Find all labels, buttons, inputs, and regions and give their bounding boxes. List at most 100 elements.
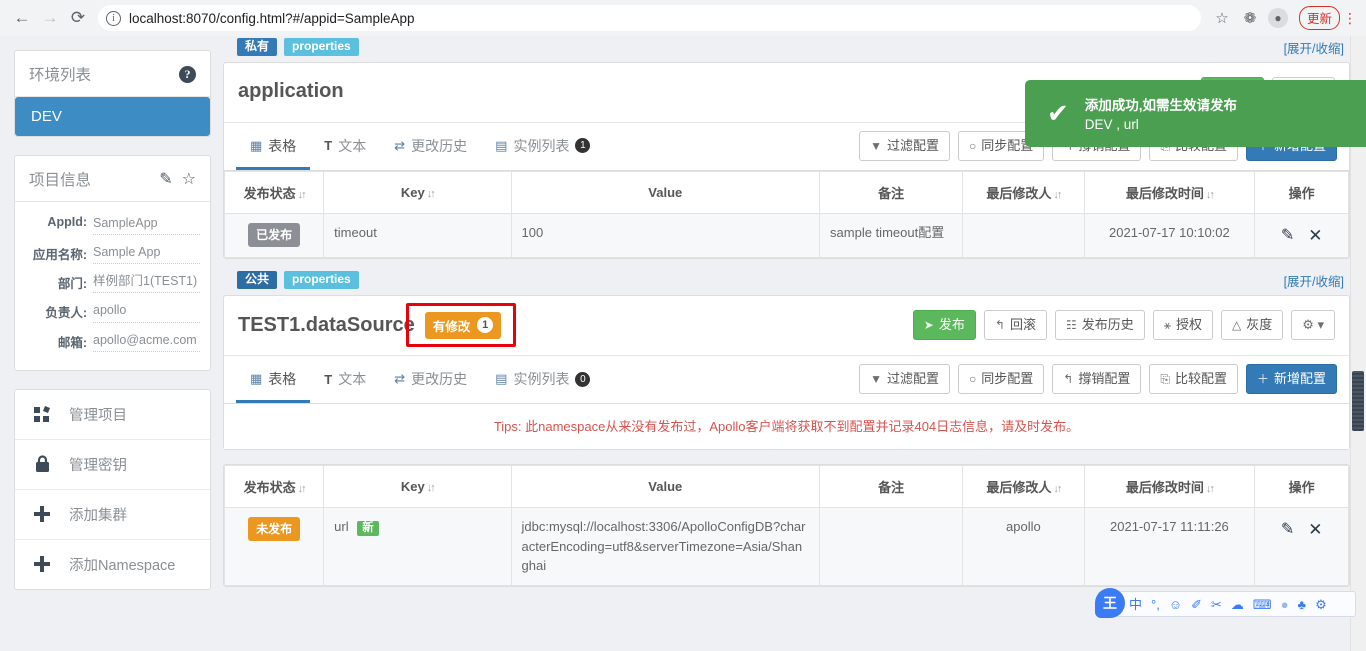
namespace-meta: 私有 properties [展开/收缩]: [223, 36, 1350, 62]
revoke-config-button[interactable]: ↰ 撐销配置: [1052, 364, 1142, 394]
cell-publish-status: 已发布: [223, 212, 325, 259]
ime-settings-icon[interactable]: ⚙: [1315, 598, 1327, 611]
table-icon: ▦: [250, 137, 263, 153]
ime-user-icon[interactable]: ●: [1281, 598, 1289, 611]
compare-icon: ⎘: [1160, 371, 1170, 386]
sort-icon[interactable]: ↓↑: [427, 482, 436, 494]
modified-badge: 有修改 1: [424, 311, 502, 339]
col-last-modified-by: 最后修改人 ↓↑: [962, 170, 1085, 214]
publish-button[interactable]: ➤ 发布: [912, 310, 976, 341]
tab-text[interactable]: T 文本: [310, 356, 380, 403]
tab-table[interactable]: ▦ 表格: [236, 356, 311, 404]
reload-icon[interactable]: ⟳: [64, 4, 92, 32]
namespace-scope-tag: 私有: [237, 38, 278, 57]
namespace-meta: 公共 properties [展开/收缩]: [223, 259, 1350, 295]
cell-last-modified-time: 2021-07-17 10:10:02: [1083, 212, 1256, 259]
delete-config-icon[interactable]: ✕: [1308, 517, 1322, 543]
col-publish-status: 发布状态 ↓↑: [223, 170, 325, 214]
rollback-button[interactable]: ↰ 回滚: [983, 310, 1047, 341]
sync-config-button[interactable]: ○ 同步配置: [958, 364, 1045, 394]
authorize-button[interactable]: ⚹ 授权: [1152, 310, 1213, 341]
tab-instance-list[interactable]: ▤ 实例列表 0: [481, 356, 604, 403]
expand-collapse-link[interactable]: [展开/收缩]: [1284, 271, 1344, 290]
extensions-icon[interactable]: ❁: [1237, 5, 1263, 31]
tab-change-history[interactable]: ⇄ 更改历史: [380, 356, 481, 403]
tab-label: 实例列表: [513, 371, 570, 388]
browser-menu-icon[interactable]: ⋮: [1342, 11, 1358, 25]
ime-mode-chinese-icon[interactable]: 中: [1129, 598, 1142, 611]
status-badge: 已发布: [248, 222, 301, 247]
instance-count-badge: 0: [575, 371, 591, 387]
sidebar-item-add-cluster[interactable]: 添加集群: [15, 490, 210, 540]
tab-text[interactable]: T 文本: [310, 123, 380, 170]
sync-icon: ○: [969, 138, 977, 153]
cell-value: jdbc:mysql://localhost:3306/ApolloConfig…: [510, 507, 821, 586]
sort-icon[interactable]: ↓↑: [298, 189, 307, 201]
ime-keyboard-icon[interactable]: ⌨: [1253, 598, 1272, 611]
ime-emoji-icon[interactable]: ☺: [1169, 598, 1182, 611]
back-icon[interactable]: ←: [8, 4, 36, 32]
config-table-test1-datasource: 发布状态 ↓↑ Key ↓↑ Value 备注 最后修改人 ↓↑ 最后修改时间 ↓↑ 操…: [223, 465, 1349, 586]
namespace-format-tag: properties: [284, 271, 359, 290]
table-header-row: 发布状态 ↓↑ Key ↓↑ Value 备注 最后修改人 ↓↑ 最后修改时间 ↓↑ 操…: [223, 170, 1349, 214]
page-scrollbar-thumb[interactable]: [1352, 371, 1364, 431]
ime-scissors-icon[interactable]: ✂: [1211, 598, 1222, 611]
success-toast[interactable]: ✔ 添加成功,如需生效请发布 DEV , url: [1025, 80, 1366, 147]
gray-release-button[interactable]: △ 灰度: [1220, 310, 1284, 341]
sync-config-label: 同步配置: [981, 371, 1034, 387]
expand-collapse-link[interactable]: [展开/收缩]: [1284, 38, 1344, 57]
sidebar: 环境列表 ? DEV 项目信息 ✎ ☆ AppId: SampleApp 应用名…: [0, 36, 223, 651]
tab-change-history[interactable]: ⇄ 更改历史: [380, 123, 481, 170]
help-icon[interactable]: ?: [179, 65, 196, 83]
sidebar-item-dev[interactable]: DEV: [15, 97, 210, 136]
ime-logo-icon[interactable]: 王: [1095, 588, 1125, 618]
publish-history-button[interactable]: ☷ 发布历史: [1054, 310, 1145, 341]
table-row: 未发布 url 新 jdbc:mysql://localhost:3306/Ap…: [223, 507, 1349, 586]
compare-config-button[interactable]: ⎘ 比较配置: [1149, 364, 1238, 394]
gear-icon: ⚙ ▾: [1302, 317, 1324, 333]
sort-icon[interactable]: ↓↑: [1053, 189, 1062, 201]
update-button[interactable]: 更新: [1298, 6, 1340, 30]
delete-config-icon[interactable]: ✕: [1308, 223, 1322, 249]
sort-icon[interactable]: ↓↑: [1206, 189, 1215, 201]
filter-config-button[interactable]: ▼ 过滤配置: [859, 364, 950, 394]
filter-config-button[interactable]: ▼ 过滤配置: [859, 130, 950, 161]
namespace-tips: Tips: 此namespace从来没有发布过，Apollo客户端将获取不到配置…: [224, 404, 1349, 450]
namespace-header-actions: ➤ 发布 ↰ 回滚 ☷ 发布历史 ⚹ 授权 △ 灰度 ⚙ ▾: [912, 310, 1335, 341]
namespace-tabs: ▦ 表格 T 文本 ⇄ 更改历史 ▤ 实例列表 0: [236, 356, 604, 404]
info-row: 邮箱: apollo@acme.com: [21, 329, 200, 352]
edit-project-icon[interactable]: ✎: [159, 169, 172, 189]
filter-config-label: 过滤配置: [886, 371, 939, 387]
ime-toolbar[interactable]: 王 中 °, ☺ ✐ ✂ ☁ ⌨ ● ♣ ⚙: [1095, 588, 1356, 618]
profile-avatar[interactable]: ●: [1265, 5, 1291, 31]
add-config-button[interactable]: ＋ 新增配置: [1245, 364, 1337, 394]
sort-icon[interactable]: ↓↑: [1206, 483, 1215, 495]
sidebar-item-manage-keys[interactable]: 管理密钥: [15, 440, 210, 490]
ime-skin-icon[interactable]: ♣: [1298, 598, 1307, 611]
table-icon: ▦: [250, 371, 263, 387]
sidebar-item-add-namespace[interactable]: 添加Namespace: [15, 540, 210, 589]
bookmark-star-icon[interactable]: ☆: [1209, 5, 1235, 31]
namespace-settings-button[interactable]: ⚙ ▾: [1291, 310, 1335, 341]
tab-table[interactable]: ▦ 表格: [236, 123, 311, 170]
namespace-tabs: ▦ 表格 T 文本 ⇄ 更改历史 ▤ 实例列表 1: [236, 123, 604, 170]
ime-handwriting-icon[interactable]: ✐: [1191, 598, 1202, 611]
history-icon: ⇄: [394, 371, 406, 387]
site-info-icon[interactable]: i: [106, 10, 121, 26]
tab-instance-list[interactable]: ▤ 实例列表 1: [481, 123, 604, 170]
publish-button-label: 发布: [938, 317, 965, 333]
sort-icon[interactable]: ↓↑: [1053, 483, 1062, 495]
sidebar-item-manage-project[interactable]: 管理项目: [15, 390, 210, 440]
revoke-icon: ↰: [1063, 371, 1074, 386]
info-value: 样例部门1(TEST1): [93, 270, 200, 294]
address-bar[interactable]: i localhost:8070/config.html?#/appid=Sam…: [98, 5, 1201, 31]
sort-icon[interactable]: ↓↑: [427, 188, 436, 200]
favorite-star-icon[interactable]: ☆: [182, 169, 196, 189]
edit-config-icon[interactable]: ✎: [1281, 224, 1294, 248]
namespace-scope-tag: 公共: [237, 271, 278, 290]
edit-config-icon[interactable]: ✎: [1281, 518, 1294, 542]
text-icon: T: [324, 371, 333, 387]
sort-icon[interactable]: ↓↑: [298, 483, 307, 495]
ime-cloud-icon[interactable]: ☁: [1231, 598, 1244, 611]
ime-punctuation-icon[interactable]: °,: [1151, 598, 1160, 611]
